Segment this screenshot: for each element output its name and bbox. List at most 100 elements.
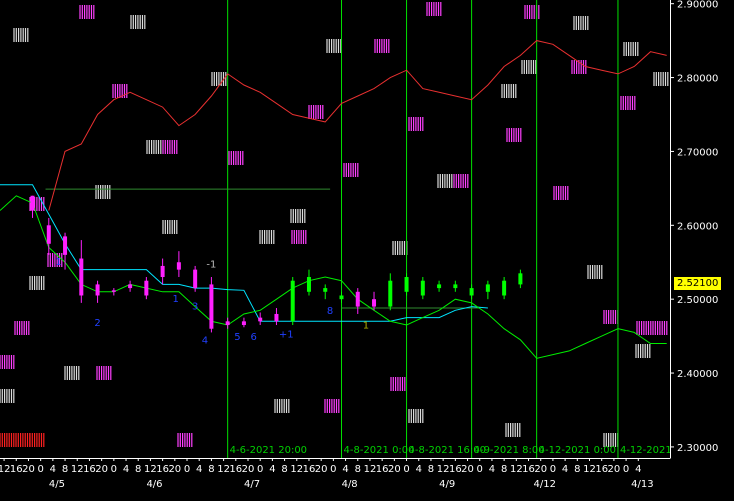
candle-body [404, 277, 409, 292]
last-price-label: 2.52100 [673, 275, 723, 291]
time-marker-label: 4-6-2021 20:00 [230, 445, 307, 456]
candle-body [79, 258, 84, 296]
x-tick-label: 20 [608, 464, 621, 475]
x-tick-label: 20 [242, 464, 255, 475]
x-tick-label: 16 [229, 464, 242, 475]
x-tick-label: 0 [550, 464, 556, 475]
candle-body [355, 291, 360, 307]
x-tick-label: 20 [168, 464, 181, 475]
candle-body [225, 321, 230, 326]
x-tick-label: 0 [37, 464, 43, 475]
x-tick-label: 0 [184, 464, 190, 475]
candle-body [469, 288, 474, 296]
x-tick-label: 12 [364, 464, 377, 475]
x-tick-label: 8 [62, 464, 68, 475]
candle-body [502, 280, 507, 296]
x-date-label: 4/5 [49, 479, 65, 490]
x-date-label: 4/6 [146, 479, 162, 490]
candle-body [323, 288, 328, 292]
series-layer [0, 40, 667, 359]
candle-body [193, 269, 198, 289]
axes-layer: 2.90000 2.80000 2.70000 2.60000 2.50000 2.400… [0, 0, 718, 490]
candle-body [160, 265, 165, 278]
candle-body [46, 225, 51, 244]
x-tick-label: 16 [595, 464, 608, 475]
tpo-pattern-layer [0, 2, 669, 447]
x-tick-label: 4 [416, 464, 422, 475]
wave-label: 4 [202, 336, 208, 347]
wave-label: 3 [192, 302, 198, 313]
x-tick-label: 16 [10, 464, 23, 475]
x-tick-label: 12 [217, 464, 230, 475]
x-tick-label: 20 [534, 464, 547, 475]
x-tick-label: 20 [95, 464, 108, 475]
wave-label: -1 [206, 259, 216, 270]
x-tick-label: 12 [583, 464, 596, 475]
x-tick-label: 4 [196, 464, 202, 475]
candle-layer [30, 195, 523, 333]
candle-body [209, 284, 214, 329]
x-tick-label: 20 [388, 464, 401, 475]
x-tick-label: 16 [156, 464, 169, 475]
x-tick-label: 8 [355, 464, 361, 475]
candle-body [95, 284, 100, 296]
candle-body [111, 290, 116, 292]
x-tick-label: 4 [123, 464, 129, 475]
y-tick-label: 2.80000 [677, 74, 718, 85]
x-tick-label: 4 [489, 464, 495, 475]
series-line-2 [0, 195, 667, 359]
candle-body [290, 280, 295, 322]
y-tick-label: 2.60000 [677, 221, 718, 232]
time-marker-label: 4-12-2021 [620, 445, 672, 456]
wave-label: 5 [234, 332, 240, 343]
x-tick-label: 12 [290, 464, 303, 475]
x-tick-label: 16 [376, 464, 389, 475]
x-tick-label: 12 [0, 464, 10, 475]
candle-body [339, 295, 344, 300]
candle-body [453, 284, 458, 289]
candle-body [128, 284, 133, 289]
x-date-label: 4/13 [631, 479, 653, 490]
wave-label: 1 [363, 321, 369, 332]
x-tick-label: 8 [428, 464, 434, 475]
x-tick-label: 4 [562, 464, 568, 475]
x-date-label: 4/7 [244, 479, 260, 490]
candle-body [372, 299, 377, 307]
wave-label: 1 [172, 294, 178, 305]
x-tick-label: 4 [342, 464, 348, 475]
x-tick-label: 0 [330, 464, 336, 475]
time-marker-label: 4-8-2021 0:00 [344, 445, 415, 456]
x-tick-label: 20 [22, 464, 35, 475]
wave-label: +1 [279, 330, 294, 341]
x-tick-label: 4 [635, 464, 641, 475]
x-tick-label: 0 [257, 464, 263, 475]
x-tick-label: 8 [281, 464, 287, 475]
candle-body [518, 273, 523, 285]
x-tick-label: 12 [437, 464, 450, 475]
x-date-label: 4/9 [439, 479, 455, 490]
series-line-1 [0, 184, 488, 322]
x-tick-label: 8 [501, 464, 507, 475]
wave-label: 1 [55, 257, 61, 268]
wave-label: 6 [251, 332, 257, 343]
x-tick-label: 16 [522, 464, 535, 475]
x-tick-label: 4 [50, 464, 56, 475]
x-tick-label: 20 [315, 464, 328, 475]
x-date-label: 4/8 [342, 479, 358, 490]
candle-body [420, 280, 425, 296]
candle-body [63, 236, 68, 255]
candle-body [30, 195, 35, 211]
y-tick-label: 2.70000 [677, 147, 718, 158]
x-tick-label: 20 [461, 464, 474, 475]
candle-body [274, 313, 279, 322]
candle-body [176, 262, 181, 270]
wave-label: 2 [94, 318, 100, 329]
chart-canvas: 4-6-2021 20:00 4-8-2021 0:004-8-2021 16:0… [0, 0, 718, 490]
x-tick-label: 8 [135, 464, 141, 475]
y-tick-label: 2.50000 [677, 295, 718, 306]
candle-body [258, 317, 263, 322]
candle-body [437, 284, 442, 289]
x-tick-label: 16 [449, 464, 462, 475]
x-tick-label: 12 [144, 464, 157, 475]
x-tick-label: 0 [111, 464, 117, 475]
